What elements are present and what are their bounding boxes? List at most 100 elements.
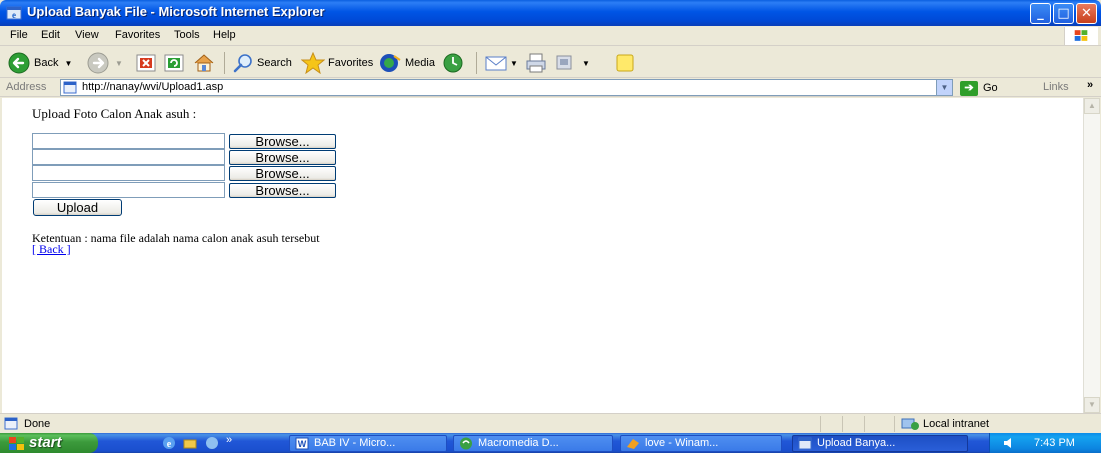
menu-help[interactable]: Help bbox=[213, 29, 236, 41]
toolbar-separator bbox=[224, 52, 225, 74]
page-done-icon bbox=[4, 417, 18, 430]
browse-button[interactable]: Browse... bbox=[229, 165, 336, 181]
menu-edit[interactable]: Edit bbox=[41, 29, 60, 41]
scroll-down-icon[interactable]: ▼ bbox=[1084, 397, 1100, 413]
title-bar[interactable]: e Upload Banyak File - Microsoft Interne… bbox=[0, 0, 1101, 26]
home-icon bbox=[194, 54, 214, 72]
taskbar-button-label: BAB IV - Micro... bbox=[314, 437, 396, 449]
close-button[interactable]: ✕ bbox=[1076, 3, 1097, 24]
favorites-button[interactable]: Favorites bbox=[301, 52, 373, 74]
print-icon bbox=[526, 53, 546, 73]
status-cell bbox=[820, 416, 842, 432]
browse-button[interactable]: Browse... bbox=[229, 133, 336, 149]
svg-text:W: W bbox=[298, 439, 307, 449]
ie-icon: e bbox=[6, 6, 22, 20]
taskbar-button-ie[interactable]: Upload Banya... bbox=[792, 435, 968, 452]
back-link[interactable]: [ Back ] bbox=[32, 242, 71, 257]
file-input[interactable] bbox=[32, 133, 225, 149]
system-tray: 7:43 PM bbox=[989, 433, 1101, 453]
sticky-note-icon bbox=[616, 54, 634, 72]
taskbar-button-dreamweaver[interactable]: Macromedia D... bbox=[453, 435, 613, 452]
svg-text:e: e bbox=[167, 439, 172, 450]
ie-icon bbox=[798, 437, 812, 450]
mail-button[interactable]: ▼ bbox=[484, 52, 518, 74]
links-chevron-icon[interactable]: » bbox=[1087, 79, 1093, 91]
taskbar-button-label: Macromedia D... bbox=[478, 437, 559, 449]
print-button[interactable] bbox=[525, 52, 547, 74]
forward-button[interactable]: ▼ bbox=[87, 52, 123, 74]
status-cell bbox=[864, 416, 894, 432]
stop-icon bbox=[136, 54, 156, 72]
address-url[interactable]: http://nanay/wvi/Upload1.asp bbox=[82, 81, 223, 93]
vertical-scrollbar[interactable]: ▲ ▼ bbox=[1083, 98, 1100, 413]
explorer-quicklaunch-icon[interactable] bbox=[183, 436, 197, 450]
edit-button[interactable]: ▼ bbox=[554, 52, 590, 74]
back-arrow-icon bbox=[8, 52, 30, 74]
file-input[interactable] bbox=[32, 165, 225, 181]
file-upload-row: Browse... bbox=[32, 133, 336, 149]
toolbar-separator bbox=[476, 52, 477, 74]
volume-icon[interactable] bbox=[1002, 436, 1016, 450]
home-button[interactable] bbox=[193, 52, 215, 74]
menu-bar: File Edit View Favorites Tools Help bbox=[0, 26, 1101, 46]
upload-button[interactable]: Upload bbox=[33, 199, 122, 216]
file-upload-row: Browse... bbox=[32, 149, 336, 165]
links-label[interactable]: Links bbox=[1043, 81, 1069, 93]
forward-dropdown-icon[interactable]: ▼ bbox=[115, 59, 123, 68]
search-label: Search bbox=[257, 57, 292, 69]
address-label: Address bbox=[6, 81, 47, 93]
go-label: Go bbox=[983, 82, 998, 94]
media-button[interactable]: Media bbox=[378, 52, 435, 74]
refresh-button[interactable] bbox=[164, 52, 184, 74]
discuss-button[interactable] bbox=[614, 52, 636, 74]
search-icon bbox=[233, 54, 252, 73]
ie-quicklaunch-icon[interactable]: e bbox=[162, 436, 176, 450]
browse-button[interactable]: Browse... bbox=[229, 149, 336, 165]
minimize-button[interactable]: _ bbox=[1030, 3, 1051, 24]
go-button[interactable]: ➔ Go bbox=[960, 80, 998, 96]
address-dropdown-icon[interactable]: ▼ bbox=[936, 80, 952, 95]
scroll-up-icon[interactable]: ▲ bbox=[1084, 98, 1100, 114]
back-label: Back bbox=[34, 57, 59, 69]
back-button[interactable]: Back ▼ bbox=[8, 52, 72, 74]
address-bar: Address http://nanay/wvi/Upload1.asp ▼ ➔… bbox=[0, 78, 1101, 97]
back-dropdown-icon[interactable]: ▼ bbox=[64, 59, 72, 68]
start-label: start bbox=[29, 434, 62, 451]
taskbar-button-winamp[interactable]: love - Winam... bbox=[620, 435, 782, 452]
word-icon: W bbox=[295, 437, 309, 450]
quicklaunch-more-icon[interactable]: » bbox=[226, 434, 232, 446]
file-upload-row: Browse... bbox=[32, 182, 336, 198]
media-icon bbox=[380, 54, 401, 72]
refresh-icon bbox=[164, 54, 184, 72]
start-button[interactable]: start bbox=[0, 433, 98, 453]
edit-dropdown-icon[interactable]: ▼ bbox=[582, 59, 590, 68]
rule-text: Ketentuan : nama file adalah nama calon … bbox=[32, 231, 320, 245]
menu-tools[interactable]: Tools bbox=[174, 29, 200, 41]
stop-button[interactable] bbox=[136, 52, 156, 74]
clock[interactable]: 7:43 PM bbox=[1034, 437, 1075, 449]
dreamweaver-icon bbox=[460, 437, 472, 450]
desktop-quicklaunch-icon[interactable] bbox=[205, 436, 219, 450]
menu-file[interactable]: File bbox=[10, 29, 28, 41]
file-input[interactable] bbox=[32, 182, 225, 198]
browser-window: e Upload Banyak File - Microsoft Interne… bbox=[0, 0, 1101, 433]
search-button[interactable]: Search bbox=[232, 52, 292, 74]
browse-button[interactable]: Browse... bbox=[229, 182, 336, 198]
history-button[interactable] bbox=[442, 52, 464, 74]
address-field[interactable]: http://nanay/wvi/Upload1.asp ▼ bbox=[60, 79, 953, 96]
favorites-star-icon bbox=[301, 52, 325, 74]
maximize-button[interactable]: □ bbox=[1053, 3, 1074, 24]
history-icon bbox=[443, 53, 463, 73]
status-cell bbox=[842, 416, 864, 432]
windows-logo-icon bbox=[1064, 27, 1098, 45]
winamp-icon bbox=[627, 439, 639, 449]
svg-text:e: e bbox=[12, 10, 16, 20]
status-text: Done bbox=[24, 418, 51, 430]
file-input[interactable] bbox=[32, 149, 225, 165]
menu-favorites[interactable]: Favorites bbox=[115, 29, 160, 41]
mail-dropdown-icon[interactable]: ▼ bbox=[510, 59, 518, 68]
taskbar-button-label: love - Winam... bbox=[645, 437, 719, 449]
taskbar-button-word[interactable]: W BAB IV - Micro... bbox=[289, 435, 447, 452]
taskbar: start e » W BAB IV - Micro... Macromedia… bbox=[0, 433, 1101, 453]
menu-view[interactable]: View bbox=[75, 29, 99, 41]
